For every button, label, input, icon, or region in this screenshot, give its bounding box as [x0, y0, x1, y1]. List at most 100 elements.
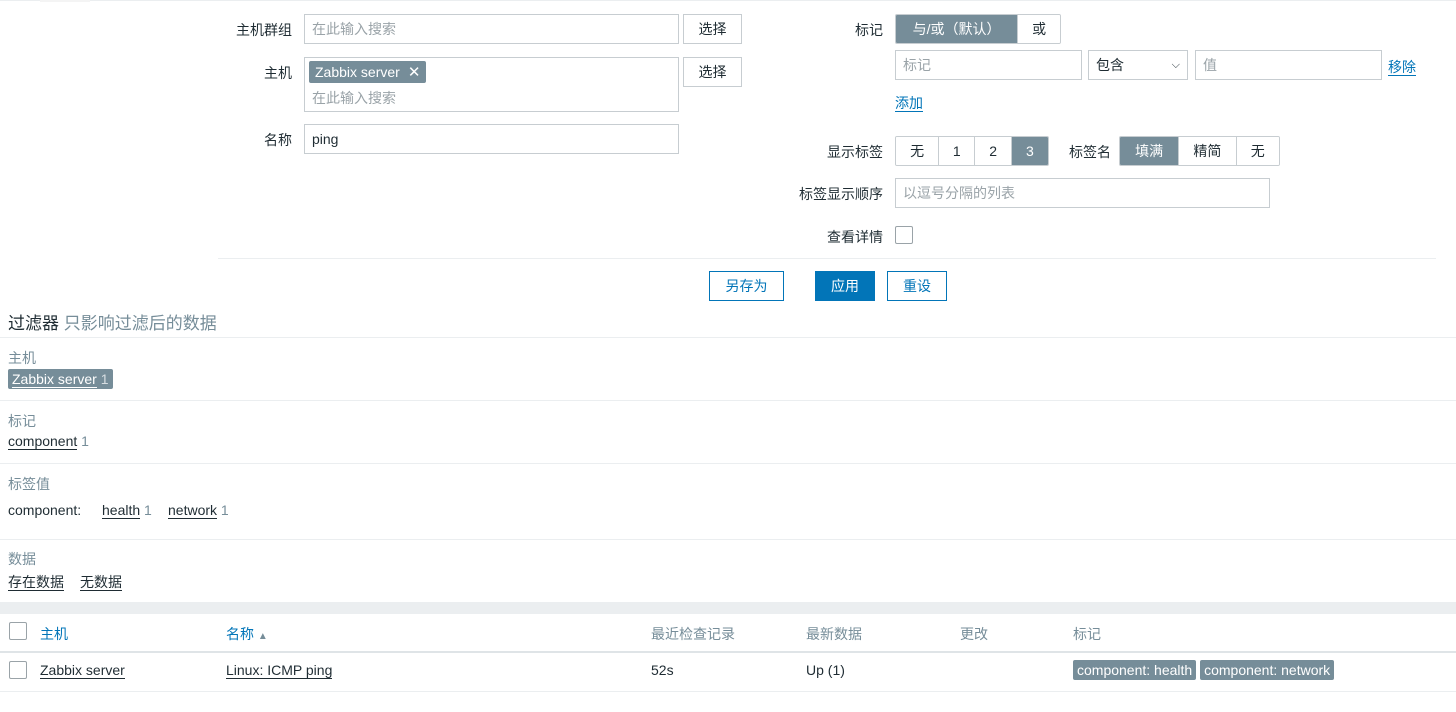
tag-value-input[interactable]: 值 [1195, 50, 1382, 80]
filter-divider [218, 258, 1436, 259]
name-label: 名称 [264, 132, 292, 148]
chevron-down-icon: ⌵ [1171, 58, 1180, 71]
tag-name-segment: 填满 精简 无 [1119, 136, 1280, 166]
subfilter-data-with-label: 存在数据 [8, 574, 64, 591]
subfilter-data-with[interactable]: 存在数据 [8, 572, 64, 592]
select-all-checkbox[interactable] [9, 622, 27, 640]
subfilter-divider [0, 337, 1456, 338]
tag-name-short[interactable]: 精简 [1179, 137, 1237, 165]
subfilter-data-label: 数据 [8, 551, 36, 567]
host-group-select-button[interactable]: 选择 [683, 14, 742, 44]
subfilter-tag-value-name: health [102, 502, 141, 519]
subfilter-tag-value-count: 1 [144, 502, 152, 518]
subfilter-tag-value-health[interactable]: health 1 [102, 502, 152, 519]
row-tag[interactable]: component: health [1073, 660, 1197, 680]
subfilter-divider [0, 400, 1456, 401]
details-checkbox[interactable] [895, 226, 913, 244]
show-tags-none[interactable]: 无 [896, 137, 940, 165]
apply-button[interactable]: 应用 [815, 271, 875, 301]
tags-label: 标记 [855, 22, 883, 38]
tag-name-none[interactable]: 无 [1236, 137, 1279, 165]
subfilter-tag-count: 1 [81, 433, 89, 449]
reset-button[interactable]: 重设 [887, 271, 947, 301]
subfilter-data-without[interactable]: 无数据 [80, 572, 122, 592]
col-header-host[interactable]: 主机 [40, 624, 68, 644]
show-tags-2[interactable]: 2 [975, 137, 1012, 165]
subfilter-title-main: 过滤器 [8, 314, 59, 333]
host-group-label: 主机群组 [236, 22, 292, 38]
subfilter-hosts-label: 主机 [8, 350, 36, 366]
row-name-link[interactable]: Linux: ICMP ping [226, 662, 333, 679]
subfilter-tag-key: component: [8, 502, 82, 518]
row-host-link[interactable]: Zabbix server [40, 662, 125, 679]
host-group-input[interactable]: 在此输入搜索 [304, 14, 679, 44]
tag-name-label: 标签名 [1069, 144, 1111, 160]
row-last-value: Up (1) [806, 662, 845, 678]
show-tags-3[interactable]: 3 [1011, 137, 1048, 165]
section-gap [0, 602, 1456, 614]
subfilter-divider [0, 539, 1456, 540]
tag-add-link[interactable]: 添加 [895, 93, 923, 113]
row-last-check: 52s [651, 662, 674, 678]
filter-tab-indicator [40, 0, 90, 2]
host-chip-label: Zabbix server [315, 64, 400, 80]
col-header-last-value: 最新数据 [806, 626, 862, 642]
host-multiselect[interactable]: Zabbix server ✕ 在此输入搜索 [304, 57, 679, 112]
subfilter-tag-value-count: 1 [220, 502, 229, 518]
host-chip: Zabbix server ✕ [309, 61, 427, 83]
show-tags-segment: 无 1 2 3 [895, 136, 1049, 166]
subfilter-tags-label: 标记 [8, 413, 36, 429]
subfilter-tag-name: component [8, 433, 78, 450]
subfilter-host-item[interactable]: Zabbix server 1 [8, 369, 113, 389]
chip-remove-icon[interactable]: ✕ [408, 63, 421, 81]
tag-value-placeholder: 值 [1203, 57, 1217, 73]
col-header-change: 更改 [960, 626, 988, 642]
col-header-name-label: 名称 [226, 626, 254, 642]
tag-name-input[interactable]: 标记 [895, 50, 1082, 80]
col-header-host-label: 主机 [40, 626, 68, 642]
host-label: 主机 [264, 65, 292, 81]
subfilter-tag-value-name: network [168, 502, 218, 519]
host-select-button[interactable]: 选择 [683, 57, 742, 87]
tag-remove-label: 移除 [1388, 59, 1416, 76]
tag-add-label: 添加 [895, 95, 923, 112]
host-placeholder: 在此输入搜索 [312, 90, 396, 106]
col-header-tags: 标记 [1073, 626, 1101, 642]
tag-name-placeholder: 标记 [903, 57, 931, 73]
show-tags-1[interactable]: 1 [939, 137, 976, 165]
sort-asc-icon: ▲ [257, 631, 268, 642]
tag-remove-link[interactable]: 移除 [1388, 57, 1416, 77]
col-header-name[interactable]: 名称 ▲ [226, 624, 268, 644]
row-tags: component: health component: network [1073, 660, 1335, 680]
row-name: Linux: ICMP ping [226, 662, 333, 679]
col-header-last-check: 最近检查记录 [651, 626, 735, 642]
name-input-value: ping [312, 131, 339, 147]
subfilter-host-count: 1 [100, 371, 109, 387]
tag-order-label: 标签显示顺序 [799, 186, 883, 202]
row-host: Zabbix server [40, 662, 125, 679]
tag-name-full[interactable]: 填满 [1120, 137, 1180, 165]
row-checkbox[interactable] [9, 661, 27, 679]
row-tag[interactable]: component: network [1200, 660, 1335, 680]
host-group-placeholder: 在此输入搜索 [312, 21, 396, 37]
name-input[interactable]: ping [304, 124, 679, 154]
tags-mode-andor[interactable]: 与/或（默认） [896, 15, 1019, 43]
subfilter-host-name: Zabbix server [12, 371, 97, 388]
show-tags-label: 显示标签 [827, 144, 883, 160]
tags-mode-or[interactable]: 或 [1018, 15, 1060, 43]
tag-order-input[interactable]: 以逗号分隔的列表 [895, 178, 1270, 208]
subfilter-subtitle: 只影响过滤后的数据 [63, 314, 217, 333]
tag-operator-value: 包含 [1096, 57, 1124, 73]
filter-panel [0, 0, 1456, 1]
subfilter-title: 过滤器 只影响过滤后的数据 [8, 309, 217, 334]
details-label: 查看详情 [827, 229, 883, 245]
subfilter-tag-values-label: 标签值 [8, 476, 50, 492]
subfilter-divider [0, 463, 1456, 464]
subfilter-tag-value-network[interactable]: network 1 [168, 502, 229, 519]
tags-eval-mode: 与/或（默认） 或 [895, 14, 1061, 44]
subfilter-tag-item[interactable]: component 1 [8, 433, 89, 450]
save-as-button[interactable]: 另存为 [709, 271, 784, 301]
subfilter-host-tag: Zabbix server 1 [8, 369, 113, 389]
table-row-divider [0, 691, 1456, 692]
tag-operator-select[interactable]: 包含 ⌵ [1088, 50, 1188, 80]
